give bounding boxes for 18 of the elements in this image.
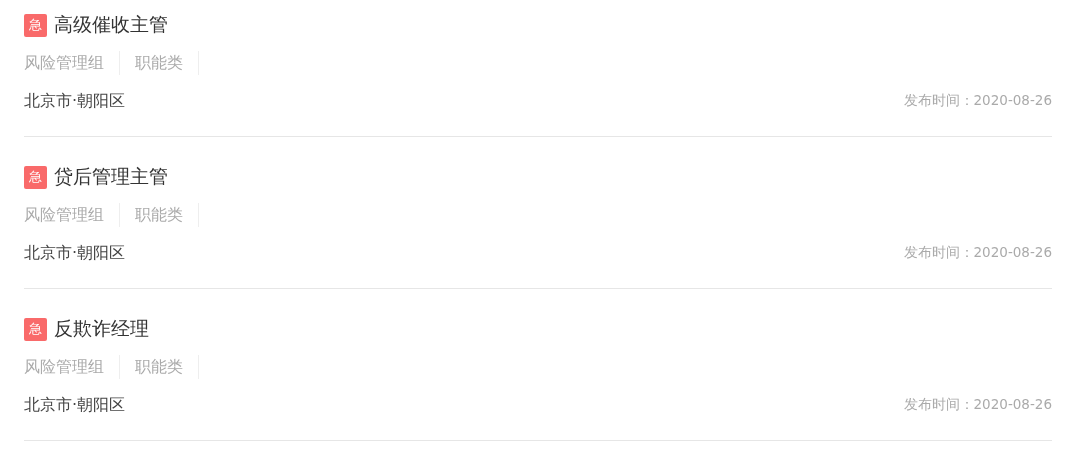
job-title[interactable]: 反欺诈经理 [54,316,149,342]
publish-date: 发布时间：2020-08-26 [903,244,1052,262]
urgent-badge: 急 [24,13,47,37]
job-location: 北京市·朝阳区 [24,394,126,416]
publish-date: 发布时间：2020-08-26 [903,92,1052,110]
job-tag: 职能类 [135,355,199,379]
job-tag: 风险管理组 [24,355,120,379]
job-tag: 风险管理组 [24,51,120,75]
job-tag: 职能类 [135,203,199,227]
job-title[interactable]: 高级催收主管 [54,12,168,38]
job-tag: 风险管理组 [24,203,120,227]
publish-date: 发布时间：2020-08-26 [903,396,1052,414]
urgent-badge: 急 [24,165,47,189]
job-location: 北京市·朝阳区 [24,90,126,112]
urgent-badge: 急 [24,317,47,341]
job-tag: 职能类 [135,51,199,75]
job-title[interactable]: 贷后管理主管 [54,164,168,190]
job-location: 北京市·朝阳区 [24,242,126,264]
